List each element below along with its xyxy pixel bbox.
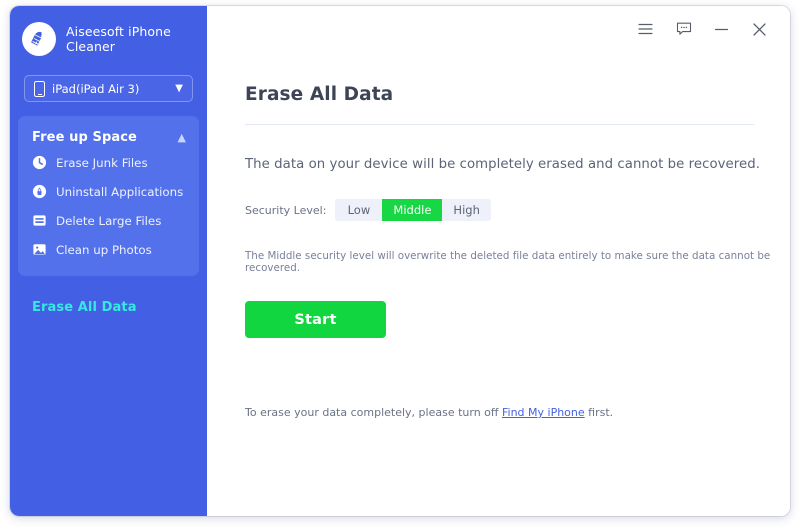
footer-note: To erase your data completely, please tu… <box>245 406 790 419</box>
security-option-middle[interactable]: Middle <box>382 199 443 221</box>
tablet-icon <box>34 80 45 97</box>
chevron-up-icon[interactable]: ▲ <box>178 132 186 143</box>
start-button[interactable]: Start <box>245 301 386 338</box>
security-option-high[interactable]: High <box>442 199 491 221</box>
security-level-note: The Middle security level will overwrite… <box>245 250 771 274</box>
sidebar: Aiseesoft iPhone Cleaner iPad(iPad Air 3… <box>10 6 207 516</box>
security-option-low[interactable]: Low <box>335 199 383 221</box>
brand: Aiseesoft iPhone Cleaner <box>10 6 207 56</box>
sidebar-item-label: Erase Junk Files <box>56 155 148 170</box>
document-lines-icon <box>32 213 47 228</box>
clock-icon <box>32 155 47 170</box>
device-selector[interactable]: iPad(iPad Air 3) ▼ <box>24 75 193 102</box>
sidebar-item-erase-junk-files[interactable]: Erase Junk Files <box>18 148 199 177</box>
footer-note-prefix: To erase your data completely, please tu… <box>245 406 502 419</box>
security-level-row: Security Level: Low Middle High <box>245 199 790 221</box>
photo-icon <box>32 242 47 257</box>
titlebar-controls <box>636 6 790 52</box>
content-area: Erase All Data The data on your device w… <box>207 6 790 419</box>
chevron-down-icon: ▼ <box>175 82 183 94</box>
footer-note-suffix: first. <box>584 406 614 419</box>
sidebar-item-label: Delete Large Files <box>56 213 162 228</box>
app-window: Aiseesoft iPhone Cleaner iPad(iPad Air 3… <box>10 6 790 516</box>
hamburger-menu-icon[interactable] <box>636 20 655 39</box>
device-selector-label: iPad(iPad Air 3) <box>52 81 140 96</box>
sidebar-item-uninstall-applications[interactable]: Uninstall Applications <box>18 177 199 206</box>
security-level-segmented-control: Low Middle High <box>335 199 491 221</box>
main-content: Erase All Data The data on your device w… <box>207 6 790 516</box>
rocket-circle-icon <box>32 184 47 199</box>
group-title: Free up Space <box>32 129 137 145</box>
chat-bubble-icon[interactable] <box>674 20 693 39</box>
sidebar-item-label: Erase All Data <box>32 299 137 315</box>
lead-description: The data on your device will be complete… <box>245 157 761 172</box>
minimize-icon[interactable] <box>712 20 731 39</box>
sidebar-item-label: Uninstall Applications <box>56 184 184 199</box>
broom-logo-icon <box>22 22 56 56</box>
sidebar-item-delete-large-files[interactable]: Delete Large Files <box>18 206 199 235</box>
close-icon[interactable] <box>750 20 769 39</box>
free-up-space-group: Free up Space ▲ Erase Junk Files Uninsta… <box>18 116 199 276</box>
title-divider <box>245 124 754 125</box>
sidebar-item-clean-up-photos[interactable]: Clean up Photos <box>18 235 199 264</box>
sidebar-item-label: Clean up Photos <box>56 242 152 257</box>
free-up-space-header[interactable]: Free up Space ▲ <box>18 126 199 148</box>
page-title: Erase All Data <box>245 84 394 105</box>
security-level-label: Security Level: <box>245 203 327 217</box>
app-name: Aiseesoft iPhone Cleaner <box>66 24 171 54</box>
find-my-iphone-link[interactable]: Find My iPhone <box>502 406 585 419</box>
sidebar-item-erase-all-data[interactable]: Erase All Data <box>10 294 207 320</box>
